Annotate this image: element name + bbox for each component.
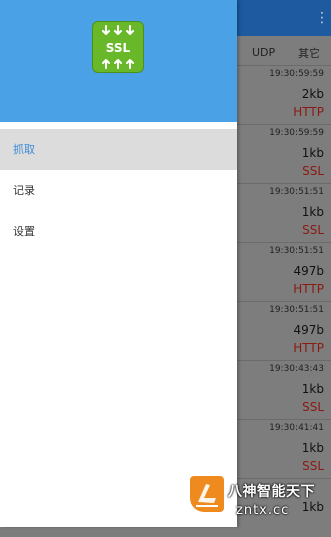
udp-column-label: UDP bbox=[252, 46, 276, 59]
capture-list: 19:30:59:59 2kb HTTP 19:30:59:59 1kb SSL… bbox=[237, 65, 331, 537]
row-size: 497b bbox=[293, 323, 324, 337]
watermark-url: zntx.cc bbox=[236, 503, 290, 518]
logo-text: SSL bbox=[106, 41, 131, 55]
drawer-item-capture[interactable]: 抓取 bbox=[0, 129, 237, 170]
list-item[interactable]: 19:30:51:51 1kb SSL bbox=[237, 183, 331, 242]
row-size: 2kb bbox=[301, 87, 324, 101]
row-protocol: HTTP bbox=[293, 341, 324, 355]
row-time: 19:30:41:41 bbox=[269, 423, 324, 433]
overflow-menu-icon[interactable]: ⋮ bbox=[315, 9, 329, 27]
list-item[interactable]: 19:30:51:51 497b HTTP bbox=[237, 242, 331, 301]
row-size: 1kb bbox=[301, 441, 324, 455]
row-protocol: SSL bbox=[302, 400, 324, 414]
drawer-header: SSL bbox=[0, 0, 237, 122]
other-column-label: 其它 bbox=[298, 47, 320, 60]
row-protocol: SSL bbox=[302, 459, 324, 473]
row-protocol: HTTP bbox=[293, 105, 324, 119]
row-protocol: SSL bbox=[302, 223, 324, 237]
row-time: 19:30:51:51 bbox=[269, 246, 324, 256]
row-time: 19:30:51:51 bbox=[269, 305, 324, 315]
watermark-title: 八神智能天下 bbox=[228, 484, 315, 500]
row-time: 19:30:51:51 bbox=[269, 187, 324, 197]
row-size: 1kb bbox=[301, 205, 324, 219]
row-size: 1kb bbox=[301, 146, 324, 160]
list-item[interactable]: 19:30:59:59 2kb HTTP bbox=[237, 65, 331, 124]
drawer-item-settings[interactable]: 设置 bbox=[0, 211, 237, 252]
list-item[interactable]: 19:30:43:43 1kb SSL bbox=[237, 360, 331, 419]
row-size: 1kb bbox=[301, 382, 324, 396]
list-item[interactable]: 19:30:51:51 497b HTTP bbox=[237, 301, 331, 360]
row-time: 19:30:59:59 bbox=[269, 69, 324, 79]
list-item[interactable]: 19:30:41:41 1kb SSL bbox=[237, 419, 331, 478]
row-protocol: SSL bbox=[302, 164, 324, 178]
ssl-app-logo-icon: SSL bbox=[92, 21, 144, 73]
list-header: UDP 其它 bbox=[237, 40, 331, 62]
row-protocol: HTTP bbox=[293, 282, 324, 296]
watermark: 八神智能天下 zntx.cc bbox=[190, 476, 331, 527]
list-item[interactable]: 19:30:59:59 1kb SSL bbox=[237, 124, 331, 183]
watermark-logo-icon bbox=[190, 476, 224, 512]
drawer-item-records[interactable]: 记录 bbox=[0, 170, 237, 211]
row-time: 19:30:59:59 bbox=[269, 128, 324, 138]
navigation-drawer: SSL 抓取 记录 设置 bbox=[0, 0, 237, 527]
row-time: 19:30:43:43 bbox=[269, 364, 324, 374]
row-size: 497b bbox=[293, 264, 324, 278]
